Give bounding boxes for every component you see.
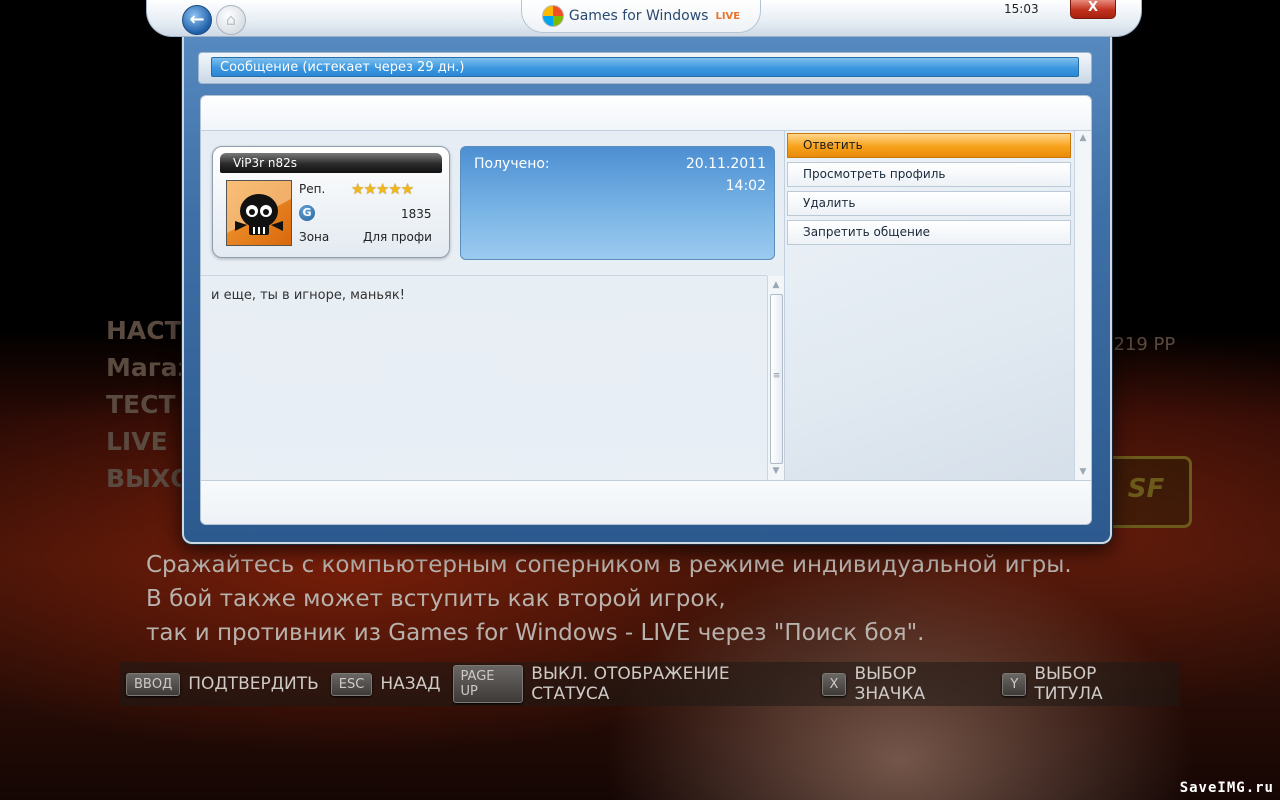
scroll-up-icon[interactable]: ▲ [768,278,784,292]
windows-logo-icon [541,5,564,27]
key-x: X [821,672,847,696]
zone-label: Зона [299,230,330,244]
clock: 15:03 [1004,2,1039,16]
key-page-up: PAGE UP [452,665,524,703]
scroll-up-icon[interactable]: ▲ [1075,131,1091,145]
reply-button[interactable]: Ответить [787,133,1071,158]
gamertag: ViP3r n82s [220,153,442,173]
divider [201,275,767,276]
game-menu-item-live[interactable]: LIVE [106,423,192,460]
delete-button[interactable]: Удалить [787,191,1071,216]
hint-badge[interactable]: X ВЫБОР ЗНАЧКА [821,664,991,704]
gamerscore: 1835 [401,207,432,221]
action-list-scrollbar[interactable]: ▲ ▼ [1074,131,1091,480]
gamercard[interactable]: ViP3r n82s Реп. ★★★★★ G 1835 Зона Для пр… [212,146,450,258]
message-scrollbar[interactable]: ▲ ≡ ▼ [767,276,784,480]
game-menu-item-store[interactable]: Магаз [106,349,192,386]
scroll-down-icon[interactable]: ▼ [1075,465,1091,479]
message-panel: ViP3r n82s Реп. ★★★★★ G 1835 Зона Для пр… [200,95,1092,525]
brand-name: Games for Windows [568,8,709,24]
skull-icon [227,181,291,235]
action-list: Ответить Просмотреть профиль Удалить Зап… [784,131,1091,480]
rep-label: Реп. [299,182,326,196]
home-button[interactable]: ⌂ [216,5,246,35]
view-profile-button[interactable]: Просмотреть профиль [787,162,1071,187]
gamerscore-icon: G [299,205,315,221]
key-y: Y [1002,672,1027,696]
watermark: SaveIMG.ru [1179,780,1274,796]
received-label: Получено: [474,156,550,172]
scrollbar-thumb[interactable]: ≡ [770,294,783,464]
received-info: Получено: 20.11.2011 14:02 [460,146,775,260]
zone-value: Для профи [363,230,432,244]
back-button[interactable]: ← [182,5,212,35]
game-menu-item-exit[interactable]: ВЫХО [106,460,192,497]
hint-status[interactable]: PAGE UP ВЫКЛ. ОТОБРАЖЕНИЕ СТАТУСА [452,664,810,704]
hint-label: ВЫБОР ЗНАЧКА [854,664,926,704]
gfwl-brand: Games for Windows LIVE [521,0,761,33]
game-main-menu: НАСТ Магаз ТЕСТ LIVE ВЫХО [106,312,192,497]
grip-icon: ≡ [772,371,781,381]
key-enter: ВВОД [126,672,181,696]
game-logo: SF [1100,456,1192,528]
scroll-down-icon[interactable]: ▼ [768,464,784,478]
game-description-line: так и противник из Games for Windows - L… [146,620,925,646]
game-description: Сражайтесь с компьютерным соперником в р… [146,548,1072,650]
hint-confirm[interactable]: ВВОД ПОДТВЕРДИТЬ [126,672,319,696]
hint-title[interactable]: Y ВЫБОР ТИТУЛА [1002,664,1168,704]
received-date: 20.11.2011 [685,156,766,172]
hint-back[interactable]: ESC НАЗАД [330,672,441,696]
brand-live: LIVE [715,10,741,22]
received-time: 14:02 [725,178,766,194]
close-button[interactable]: X [1070,0,1116,19]
arrow-left-icon: ← [189,9,205,30]
game-menu-item-test[interactable]: ТЕСТ [106,386,192,423]
avatar [226,180,292,246]
hint-label: НАЗАД [380,674,441,694]
page-title: Сообщение (истекает через 29 дн.) [211,57,1079,77]
block-communication-button[interactable]: Запретить общение [787,220,1071,245]
game-description-line: В бой также может вступить как второй иг… [146,586,726,612]
close-icon: X [1087,0,1099,15]
game-points-label: 2219 PP [1102,334,1176,355]
hint-label: ВЫКЛ. ОТОБРАЖЕНИЕ СТАТУСА [531,664,730,704]
game-menu-item-settings[interactable]: НАСТ [106,312,192,349]
key-esc: ESC [330,672,373,696]
panel-footer [201,480,1091,524]
game-description-line: Сражайтесь с компьютерным соперником в р… [146,552,1072,578]
controller-hint-bar: ВВОД ПОДТВЕРДИТЬ ESC НАЗАД PAGE UP ВЫКЛ.… [120,662,1180,706]
home-icon: ⌂ [225,10,237,29]
hint-label: ПОДТВЕРДИТЬ [188,674,319,694]
message-title-bar: Сообщение (истекает через 29 дн.) [198,52,1092,84]
rep-stars-icon: ★★★★★ [351,180,414,198]
hint-label: ВЫБОР ТИТУЛА [1034,664,1103,704]
message-body: и еще, ты в игноре, маньяк! [211,288,405,303]
